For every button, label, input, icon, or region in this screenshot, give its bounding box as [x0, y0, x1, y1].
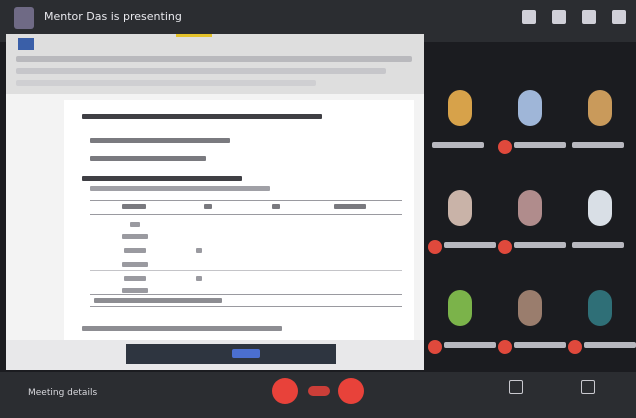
participant-tile[interactable] [566, 174, 636, 274]
table-footnote [94, 298, 222, 303]
mic-toggle-button[interactable] [272, 378, 298, 404]
table-cell [196, 248, 202, 253]
participant-avatar [448, 90, 472, 126]
table-header-cell [122, 204, 146, 209]
captions-control[interactable] [488, 380, 544, 398]
table-rule [90, 214, 402, 215]
table-rule [90, 306, 402, 307]
word-app-icon [18, 38, 34, 50]
windows-taskbar [6, 340, 424, 370]
participant-name [514, 242, 566, 248]
camera-toggle-button[interactable] [338, 378, 364, 404]
participant-avatar [518, 90, 542, 126]
mic-muted-icon [428, 340, 442, 354]
doc-subheading-line [82, 176, 242, 181]
ribbon-highlight [176, 34, 212, 37]
participant-tile[interactable] [426, 74, 496, 174]
participant-avatar [448, 290, 472, 326]
call-controls-bar: Meeting details [0, 372, 636, 418]
participant-avatar [448, 190, 472, 226]
table-cell [124, 276, 146, 281]
table-cell [122, 262, 148, 267]
ribbon-toolbar-row [16, 80, 316, 86]
participant-tile[interactable] [566, 274, 636, 374]
doc-text-line [82, 326, 282, 331]
mic-muted-icon [498, 340, 512, 354]
document-page [64, 100, 414, 362]
table-rule [90, 270, 402, 271]
people-icon[interactable] [522, 10, 536, 24]
participant-avatar [588, 190, 612, 226]
table-cell [196, 276, 202, 281]
table-cell [130, 222, 140, 227]
participant-name [514, 142, 566, 148]
taskbar-search-area[interactable] [126, 344, 336, 364]
participant-tile[interactable] [426, 174, 496, 274]
chat-icon[interactable] [552, 10, 566, 24]
participant-avatar [588, 90, 612, 126]
raise-hand-icon[interactable] [582, 10, 596, 24]
participant-name [432, 142, 484, 148]
end-call-button[interactable] [308, 386, 330, 396]
app-logo-icon [14, 7, 34, 29]
doc-text-line [90, 138, 230, 143]
participant-name [584, 342, 636, 348]
doc-heading-line [82, 114, 322, 119]
table-rule [90, 200, 402, 201]
participant-tile[interactable] [566, 74, 636, 174]
mic-muted-icon [568, 340, 582, 354]
shared-screen [6, 34, 424, 370]
participant-name [514, 342, 566, 348]
participant-name [444, 342, 496, 348]
table-header-cell [272, 204, 280, 209]
present-control[interactable] [560, 380, 616, 398]
mic-muted-icon [498, 240, 512, 254]
participant-tile[interactable] [426, 274, 496, 374]
participant-tile[interactable] [496, 74, 566, 174]
ribbon-toolbar-row [16, 68, 386, 74]
participant-name [444, 242, 496, 248]
table-cell [122, 288, 148, 293]
mic-muted-icon [498, 140, 512, 154]
doc-text-line [90, 186, 270, 191]
doc-text-line [90, 156, 206, 161]
participant-avatar [518, 290, 542, 326]
taskbar-button[interactable] [232, 349, 260, 358]
table-cell [122, 234, 148, 239]
participant-name [572, 242, 624, 248]
ribbon-toolbar-row [16, 56, 412, 62]
present-icon [581, 380, 595, 394]
participant-grid [426, 74, 636, 374]
participant-tile[interactable] [496, 274, 566, 374]
participant-tile[interactable] [496, 174, 566, 274]
presenting-status: Mentor Das is presenting [44, 10, 182, 23]
captions-icon [509, 380, 523, 394]
participant-avatar [588, 290, 612, 326]
table-header-cell [334, 204, 366, 209]
top-toolbar [522, 10, 626, 24]
table-rule [90, 294, 402, 295]
word-ribbon [6, 34, 424, 94]
participant-name [572, 142, 624, 148]
table-header-cell [204, 204, 212, 209]
meeting-details-link[interactable]: Meeting details [28, 388, 97, 398]
mic-muted-icon [428, 240, 442, 254]
participant-avatar [518, 190, 542, 226]
table-cell [124, 248, 146, 253]
more-icon[interactable] [612, 10, 626, 24]
